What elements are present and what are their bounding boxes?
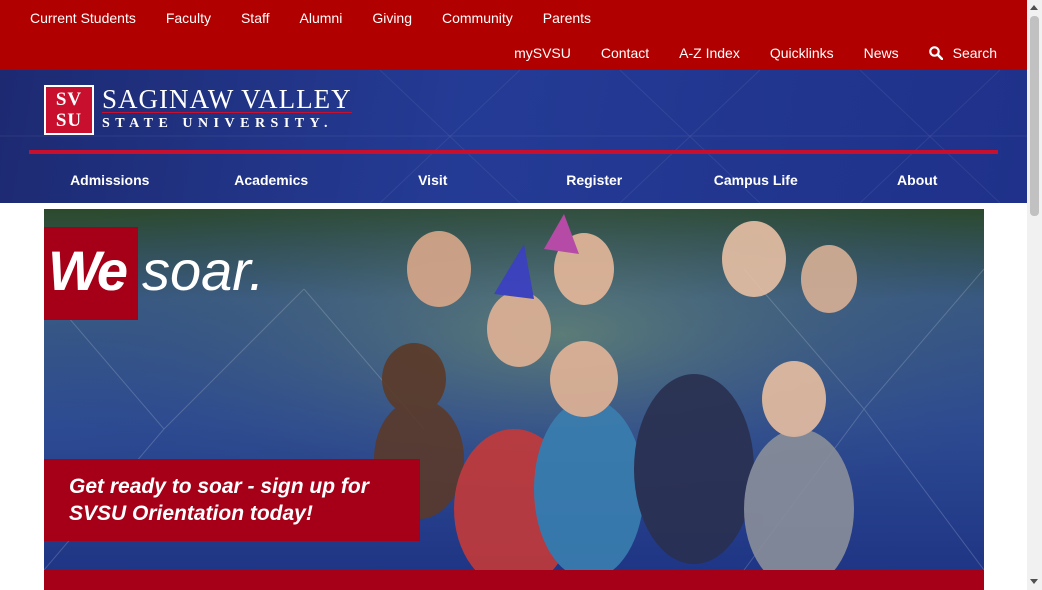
scroll-down-icon[interactable] [1030, 579, 1038, 584]
scroll-thumb[interactable] [1030, 16, 1039, 216]
page-scrollbar[interactable] [1027, 0, 1042, 590]
main-nav-admissions[interactable]: Admissions [29, 162, 191, 198]
header-divider [29, 150, 998, 154]
quick-link-news[interactable]: News [864, 45, 899, 61]
quick-link-quicklinks[interactable]: Quicklinks [770, 45, 834, 61]
main-nav: Admissions Academics Visit Register Camp… [29, 162, 998, 198]
search-icon [928, 46, 943, 60]
audience-link-staff[interactable]: Staff [241, 10, 270, 26]
quick-link-contact[interactable]: Contact [601, 45, 649, 61]
audience-link-alumni[interactable]: Alumni [300, 10, 343, 26]
main-nav-register[interactable]: Register [514, 162, 676, 198]
audience-nav: Current Students Faculty Staff Alumni Gi… [30, 10, 621, 26]
tagline-soar: soar. [142, 239, 265, 302]
logo-wordmark-line2: STATE UNIVERSITY. [102, 111, 352, 135]
logo-mark-top: SV [55, 89, 83, 110]
audience-link-current-students[interactable]: Current Students [30, 10, 136, 26]
utility-bar: Current Students Faculty Staff Alumni Gi… [0, 0, 1027, 70]
search-label: Search [952, 45, 997, 61]
site-header: SV SU SAGINAW VALLEY STATE UNIVERSITY. A… [0, 70, 1027, 203]
tagline-we: We [48, 239, 128, 302]
logo-mark: SV SU [44, 85, 94, 135]
search-button[interactable]: Search [928, 45, 997, 61]
quick-link-mysvsu[interactable]: mySVSU [514, 45, 571, 61]
logo-wordmark-line1: SAGINAW VALLEY [102, 83, 352, 114]
main-nav-visit[interactable]: Visit [352, 162, 514, 198]
main-nav-campus-life[interactable]: Campus Life [675, 162, 837, 198]
scroll-up-icon[interactable] [1030, 5, 1038, 10]
audience-link-parents[interactable]: Parents [543, 10, 591, 26]
quick-link-az-index[interactable]: A-Z Index [679, 45, 740, 61]
callout-line1: Get ready to soar - sign up for [69, 475, 369, 498]
main-nav-academics[interactable]: Academics [191, 162, 353, 198]
logo-mark-bottom: SU [55, 110, 83, 131]
audience-link-giving[interactable]: Giving [372, 10, 412, 26]
quick-nav: mySVSU Contact A-Z Index Quicklinks News… [484, 45, 997, 61]
callout-line2: SVSU Orientation today! [69, 502, 313, 525]
hero-bottom-bar [44, 570, 984, 590]
university-logo[interactable]: SV SU SAGINAW VALLEY STATE UNIVERSITY. [44, 85, 352, 135]
audience-link-faculty[interactable]: Faculty [166, 10, 211, 26]
audience-link-community[interactable]: Community [442, 10, 513, 26]
hero-banner[interactable]: We soar. Get ready to soar - sign up for… [44, 209, 984, 570]
main-nav-about[interactable]: About [837, 162, 999, 198]
orientation-callout[interactable]: Get ready to soar - sign up for SVSU Ori… [44, 459, 420, 541]
logo-wordmark: SAGINAW VALLEY STATE UNIVERSITY. [102, 83, 352, 135]
